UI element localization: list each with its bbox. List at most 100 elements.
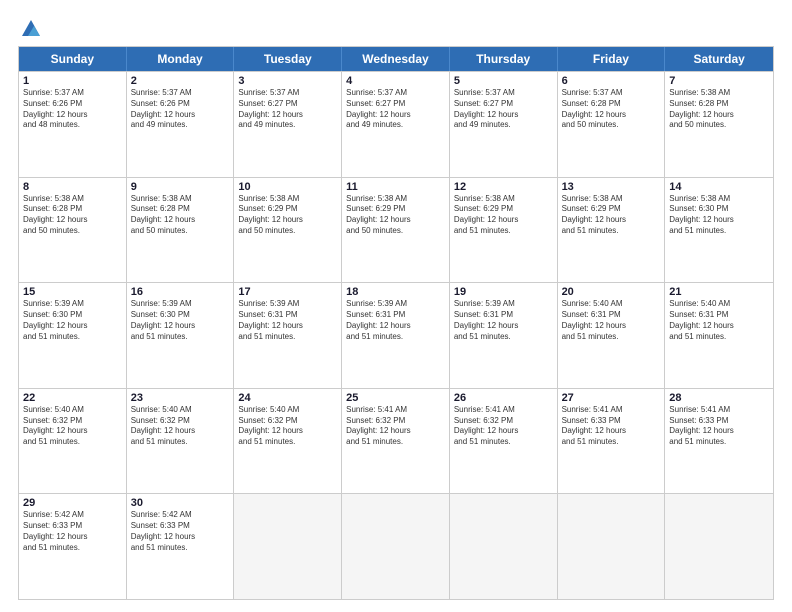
day-number: 14 (669, 181, 769, 193)
day-number: 4 (346, 75, 445, 87)
cal-cell: 25Sunrise: 5:41 AMSunset: 6:32 PMDayligh… (342, 389, 450, 494)
day-info: Sunrise: 5:42 AMSunset: 6:33 PMDaylight:… (131, 510, 230, 553)
day-number: 15 (23, 286, 122, 298)
day-number: 19 (454, 286, 553, 298)
day-number: 17 (238, 286, 337, 298)
day-number: 11 (346, 181, 445, 193)
cal-cell: 27Sunrise: 5:41 AMSunset: 6:33 PMDayligh… (558, 389, 666, 494)
day-info: Sunrise: 5:38 AMSunset: 6:29 PMDaylight:… (346, 194, 445, 237)
header-day-tuesday: Tuesday (234, 47, 342, 71)
day-info: Sunrise: 5:39 AMSunset: 6:31 PMDaylight:… (238, 299, 337, 342)
day-number: 20 (562, 286, 661, 298)
cal-cell: 1Sunrise: 5:37 AMSunset: 6:26 PMDaylight… (19, 72, 127, 177)
cal-cell: 22Sunrise: 5:40 AMSunset: 6:32 PMDayligh… (19, 389, 127, 494)
day-info: Sunrise: 5:41 AMSunset: 6:32 PMDaylight:… (346, 405, 445, 448)
day-info: Sunrise: 5:37 AMSunset: 6:27 PMDaylight:… (454, 88, 553, 131)
day-info: Sunrise: 5:40 AMSunset: 6:32 PMDaylight:… (23, 405, 122, 448)
cal-cell: 7Sunrise: 5:38 AMSunset: 6:28 PMDaylight… (665, 72, 773, 177)
cal-cell: 13Sunrise: 5:38 AMSunset: 6:29 PMDayligh… (558, 178, 666, 283)
day-info: Sunrise: 5:40 AMSunset: 6:31 PMDaylight:… (562, 299, 661, 342)
day-info: Sunrise: 5:37 AMSunset: 6:26 PMDaylight:… (131, 88, 230, 131)
cal-cell (234, 494, 342, 599)
day-info: Sunrise: 5:38 AMSunset: 6:28 PMDaylight:… (669, 88, 769, 131)
day-number: 8 (23, 181, 122, 193)
cal-cell: 10Sunrise: 5:38 AMSunset: 6:29 PMDayligh… (234, 178, 342, 283)
cal-cell: 26Sunrise: 5:41 AMSunset: 6:32 PMDayligh… (450, 389, 558, 494)
cal-week-4: 22Sunrise: 5:40 AMSunset: 6:32 PMDayligh… (19, 388, 773, 494)
day-info: Sunrise: 5:41 AMSunset: 6:33 PMDaylight:… (669, 405, 769, 448)
header-day-friday: Friday (558, 47, 666, 71)
day-number: 9 (131, 181, 230, 193)
day-number: 3 (238, 75, 337, 87)
day-number: 27 (562, 392, 661, 404)
cal-cell: 11Sunrise: 5:38 AMSunset: 6:29 PMDayligh… (342, 178, 450, 283)
header-day-sunday: Sunday (19, 47, 127, 71)
cal-cell: 30Sunrise: 5:42 AMSunset: 6:33 PMDayligh… (127, 494, 235, 599)
cal-cell: 29Sunrise: 5:42 AMSunset: 6:33 PMDayligh… (19, 494, 127, 599)
day-number: 23 (131, 392, 230, 404)
header-day-wednesday: Wednesday (342, 47, 450, 71)
cal-cell: 28Sunrise: 5:41 AMSunset: 6:33 PMDayligh… (665, 389, 773, 494)
day-number: 13 (562, 181, 661, 193)
cal-cell: 3Sunrise: 5:37 AMSunset: 6:27 PMDaylight… (234, 72, 342, 177)
header-day-thursday: Thursday (450, 47, 558, 71)
day-info: Sunrise: 5:38 AMSunset: 6:29 PMDaylight:… (562, 194, 661, 237)
cal-cell: 2Sunrise: 5:37 AMSunset: 6:26 PMDaylight… (127, 72, 235, 177)
day-number: 29 (23, 497, 122, 509)
cal-week-1: 1 Sunrise: 5:37 AMSunset: 6:26 PMDaylight… (19, 71, 773, 177)
day-number: 28 (669, 392, 769, 404)
day-number: 7 (669, 75, 769, 87)
calendar: SundayMondayTuesdayWednesdayThursdayFrid… (18, 46, 774, 600)
day-info: Sunrise: 5:38 AMSunset: 6:30 PMDaylight:… (669, 194, 769, 237)
day-number: 10 (238, 181, 337, 193)
day-info: Sunrise: 5:38 AMSunset: 6:28 PMDaylight:… (23, 194, 122, 237)
day-number: 12 (454, 181, 553, 193)
day-info: Sunrise: 5:41 AMSunset: 6:32 PMDaylight:… (454, 405, 553, 448)
day-info: Sunrise: 5:38 AMSunset: 6:28 PMDaylight:… (131, 194, 230, 237)
cal-cell: 24Sunrise: 5:40 AMSunset: 6:32 PMDayligh… (234, 389, 342, 494)
cal-week-5: 29Sunrise: 5:42 AMSunset: 6:33 PMDayligh… (19, 493, 773, 599)
calendar-header: SundayMondayTuesdayWednesdayThursdayFrid… (19, 47, 773, 71)
header-day-saturday: Saturday (665, 47, 773, 71)
day-number: 1 (23, 75, 122, 87)
day-info: Sunrise: 5:40 AMSunset: 6:31 PMDaylight:… (669, 299, 769, 342)
cal-cell: 21Sunrise: 5:40 AMSunset: 6:31 PMDayligh… (665, 283, 773, 388)
cal-cell: 19Sunrise: 5:39 AMSunset: 6:31 PMDayligh… (450, 283, 558, 388)
header (18, 18, 774, 36)
cal-cell: 12Sunrise: 5:38 AMSunset: 6:29 PMDayligh… (450, 178, 558, 283)
day-info: Sunrise: 5:39 AMSunset: 6:31 PMDaylight:… (454, 299, 553, 342)
cal-cell: 4Sunrise: 5:37 AMSunset: 6:27 PMDaylight… (342, 72, 450, 177)
day-number: 6 (562, 75, 661, 87)
day-info: Sunrise: 5:38 AMSunset: 6:29 PMDaylight:… (238, 194, 337, 237)
cal-cell: 15Sunrise: 5:39 AMSunset: 6:30 PMDayligh… (19, 283, 127, 388)
cal-cell (342, 494, 450, 599)
cal-cell: 16Sunrise: 5:39 AMSunset: 6:30 PMDayligh… (127, 283, 235, 388)
day-info: Sunrise: 5:40 AMSunset: 6:32 PMDaylight:… (131, 405, 230, 448)
day-info: Sunrise: 5:37 AMSunset: 6:27 PMDaylight:… (238, 88, 337, 131)
day-number: 18 (346, 286, 445, 298)
cal-cell: 6Sunrise: 5:37 AMSunset: 6:28 PMDaylight… (558, 72, 666, 177)
cal-cell: 20Sunrise: 5:40 AMSunset: 6:31 PMDayligh… (558, 283, 666, 388)
day-number: 5 (454, 75, 553, 87)
page: SundayMondayTuesdayWednesdayThursdayFrid… (0, 0, 792, 612)
day-number: 16 (131, 286, 230, 298)
day-info: Sunrise: 5:41 AMSunset: 6:33 PMDaylight:… (562, 405, 661, 448)
cal-cell (558, 494, 666, 599)
cal-cell: 14Sunrise: 5:38 AMSunset: 6:30 PMDayligh… (665, 178, 773, 283)
day-info: Sunrise: 5:42 AMSunset: 6:33 PMDaylight:… (23, 510, 122, 553)
calendar-body: 1 Sunrise: 5:37 AMSunset: 6:26 PMDaylight… (19, 71, 773, 599)
day-info: Sunrise: 5:39 AMSunset: 6:30 PMDaylight:… (131, 299, 230, 342)
day-info: Sunrise: 5:39 AMSunset: 6:31 PMDaylight:… (346, 299, 445, 342)
day-info: Sunrise: 5:38 AMSunset: 6:29 PMDaylight:… (454, 194, 553, 237)
day-info: Sunrise: 5:39 AMSunset: 6:30 PMDaylight:… (23, 299, 122, 342)
cal-cell: 18Sunrise: 5:39 AMSunset: 6:31 PMDayligh… (342, 283, 450, 388)
day-number: 2 (131, 75, 230, 87)
cal-cell: 8Sunrise: 5:38 AMSunset: 6:28 PMDaylight… (19, 178, 127, 283)
cal-cell: 9Sunrise: 5:38 AMSunset: 6:28 PMDaylight… (127, 178, 235, 283)
day-number: 21 (669, 286, 769, 298)
day-number: 22 (23, 392, 122, 404)
cal-cell (665, 494, 773, 599)
day-number: 24 (238, 392, 337, 404)
logo-icon (20, 18, 42, 40)
cal-cell (450, 494, 558, 599)
